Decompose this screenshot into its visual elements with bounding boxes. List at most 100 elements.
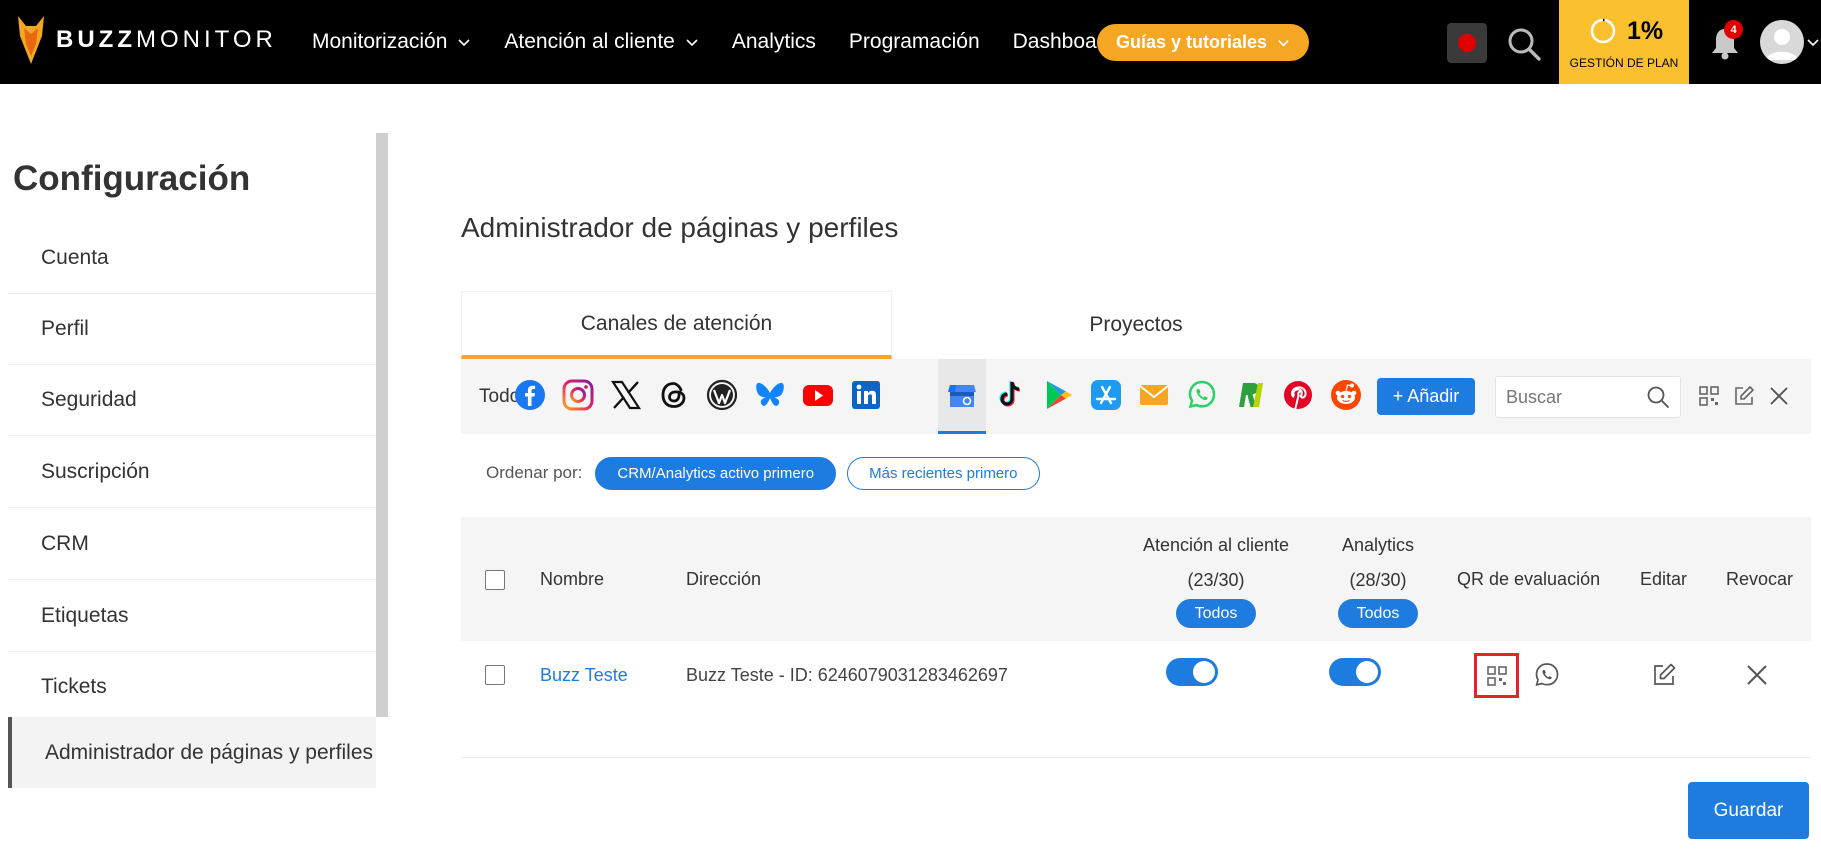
- plan-label: GESTIÓN DE PLAN: [1569, 56, 1679, 70]
- plan-percent: 1%: [1627, 17, 1664, 45]
- top-bar: BUZZMONITOR Monitorización Atención al c…: [0, 0, 1821, 84]
- sidebar-item-label: Perfil: [41, 317, 89, 340]
- main-nav: Monitorización Atención al cliente Analy…: [312, 0, 1159, 84]
- facebook-icon[interactable]: [513, 378, 547, 412]
- toggle-knob: [1356, 661, 1378, 683]
- nav-item-programacion[interactable]: Programación: [849, 30, 980, 54]
- sidebar-item-label: Seguridad: [41, 388, 137, 411]
- sidebar-item-crm[interactable]: CRM: [8, 509, 376, 580]
- sort-crm-analytics-active-first[interactable]: CRM/Analytics activo primero: [595, 456, 837, 490]
- whatsapp-icon[interactable]: [1185, 378, 1219, 412]
- tiktok-icon[interactable]: [993, 378, 1027, 412]
- revoke-close-icon[interactable]: [1743, 661, 1771, 689]
- tab-label: Canales de atención: [580, 311, 773, 335]
- add-channel-button[interactable]: + Añadir: [1377, 378, 1475, 415]
- column-header-edit: Editar: [1640, 569, 1688, 589]
- sidebar-item-page-profile-manager[interactable]: Administrador de páginas y perfiles: [8, 717, 376, 788]
- record-dot-icon: [1458, 34, 1476, 52]
- tab-label: Proyectos: [1089, 313, 1183, 336]
- nav-item-atencion-cliente[interactable]: Atención al cliente: [504, 30, 698, 54]
- search-icon[interactable]: [1505, 25, 1543, 63]
- column-header-analytics-label: Analytics: [1341, 535, 1415, 555]
- edit-icon[interactable]: [1650, 661, 1678, 689]
- google-play-icon[interactable]: [1041, 378, 1075, 412]
- chevron-down-icon[interactable]: [1807, 36, 1819, 48]
- sidebar-item-label: Etiquetas: [41, 604, 129, 627]
- tab-canales-atencion[interactable]: Canales de atención: [461, 291, 892, 359]
- qr-code-icon: [1486, 665, 1507, 686]
- plan-management-button[interactable]: 1% GESTIÓN DE PLAN: [1559, 0, 1689, 84]
- save-button[interactable]: Guardar: [1688, 782, 1809, 839]
- pinterest-icon[interactable]: [1281, 378, 1315, 412]
- column-header-analytics: Analytics (28/30) Todos: [1273, 535, 1483, 628]
- record-button[interactable]: [1447, 23, 1487, 63]
- row-name-link[interactable]: Buzz Teste: [540, 665, 628, 686]
- x-icon[interactable]: [609, 378, 643, 412]
- page-title: Administrador de páginas y perfiles: [461, 212, 899, 243]
- sort-most-recent-first[interactable]: Más recientes primero: [847, 456, 1040, 490]
- sidebar-item-seguridad[interactable]: Seguridad: [8, 365, 376, 436]
- row-checkbox[interactable]: [485, 665, 505, 685]
- sort-options: Ordenar por: CRM/Analytics activo primer…: [486, 456, 1051, 490]
- column-header-name: Nombre: [540, 569, 605, 589]
- analytics-toggle[interactable]: [1329, 658, 1381, 686]
- toggle-knob: [1193, 661, 1215, 683]
- column-header-qr: QR de evaluación: [1457, 569, 1601, 589]
- chevron-down-icon: [458, 39, 470, 47]
- customer-service-toggle[interactable]: [1166, 658, 1218, 686]
- qr-code-icon[interactable]: [1697, 384, 1721, 408]
- linkedin-icon[interactable]: [849, 378, 883, 412]
- tab-proyectos[interactable]: Proyectos: [892, 291, 1380, 359]
- nav-label: Programación: [848, 30, 980, 53]
- whatsapp-icon[interactable]: [1533, 661, 1561, 689]
- analytics-count: (28/30): [1349, 570, 1407, 590]
- nav-item-monitorizacion[interactable]: Monitorización: [312, 30, 471, 54]
- search-icon[interactable]: [1646, 385, 1670, 409]
- sidebar-item-label: Tickets: [41, 675, 107, 698]
- select-all-checkbox[interactable]: [485, 570, 505, 590]
- wordpress-icon[interactable]: [705, 378, 739, 412]
- analytics-all-button[interactable]: Todos: [1337, 599, 1419, 628]
- threads-icon[interactable]: [657, 378, 691, 412]
- edit-icon[interactable]: [1732, 384, 1756, 408]
- settings-sidebar: Configuración Cuenta Perfil Seguridad Su…: [0, 133, 388, 838]
- sidebar-item-cuenta[interactable]: Cuenta: [8, 223, 376, 294]
- channel-filter-bar: Todos + Añadir Buscar: [461, 359, 1811, 434]
- bluesky-icon[interactable]: [753, 378, 787, 412]
- column-header-address: Dirección: [686, 569, 762, 589]
- customer-service-all-button[interactable]: Todos: [1175, 599, 1257, 628]
- sidebar-item-tickets[interactable]: Tickets: [8, 652, 376, 723]
- channel-search: [1495, 376, 1681, 418]
- guides-label: Guías y tutoriales: [1115, 32, 1268, 52]
- buzzmonitor-logo[interactable]: BUZZMONITOR: [16, 14, 277, 66]
- google-business-icon[interactable]: [945, 378, 979, 412]
- chevron-down-icon: [686, 39, 698, 47]
- app-store-icon[interactable]: [1089, 378, 1123, 412]
- instagram-icon[interactable]: [561, 378, 595, 412]
- user-silhouette-icon: [1766, 29, 1798, 60]
- sidebar-item-suscripcion[interactable]: Suscripción: [8, 437, 376, 508]
- logo-text-bold: BUZZ: [56, 26, 136, 53]
- sidebar-item-label: CRM: [41, 532, 89, 555]
- email-icon[interactable]: [1137, 378, 1171, 412]
- sidebar-title: Configuración: [13, 159, 251, 198]
- nav-label: Atención al cliente: [504, 30, 675, 53]
- chevron-down-icon: [1278, 40, 1289, 47]
- close-icon[interactable]: [1767, 384, 1791, 408]
- sort-label: Ordenar por:: [486, 463, 583, 482]
- reddit-icon[interactable]: [1329, 378, 1363, 412]
- sidebar-item-perfil[interactable]: Perfil: [8, 294, 376, 365]
- evaluation-qr-button[interactable]: [1474, 653, 1519, 698]
- nav-item-analytics[interactable]: Analytics: [732, 30, 816, 54]
- logo-text: BUZZMONITOR: [56, 26, 277, 54]
- sidebar-scrollbar[interactable]: [376, 133, 388, 717]
- nav-label: Analytics: [731, 30, 816, 53]
- channel-search-input[interactable]: [1506, 377, 1636, 417]
- reclame-aqui-icon[interactable]: [1233, 378, 1267, 412]
- sidebar-item-label: Administrador de páginas y perfiles: [45, 740, 374, 764]
- guides-button[interactable]: Guías y tutoriales: [1097, 24, 1309, 61]
- youtube-icon[interactable]: [801, 378, 835, 412]
- table-row: Buzz Teste Buzz Teste - ID: 624607903128…: [461, 641, 1811, 758]
- sidebar-item-etiquetas[interactable]: Etiquetas: [8, 581, 376, 652]
- user-avatar[interactable]: [1760, 20, 1804, 64]
